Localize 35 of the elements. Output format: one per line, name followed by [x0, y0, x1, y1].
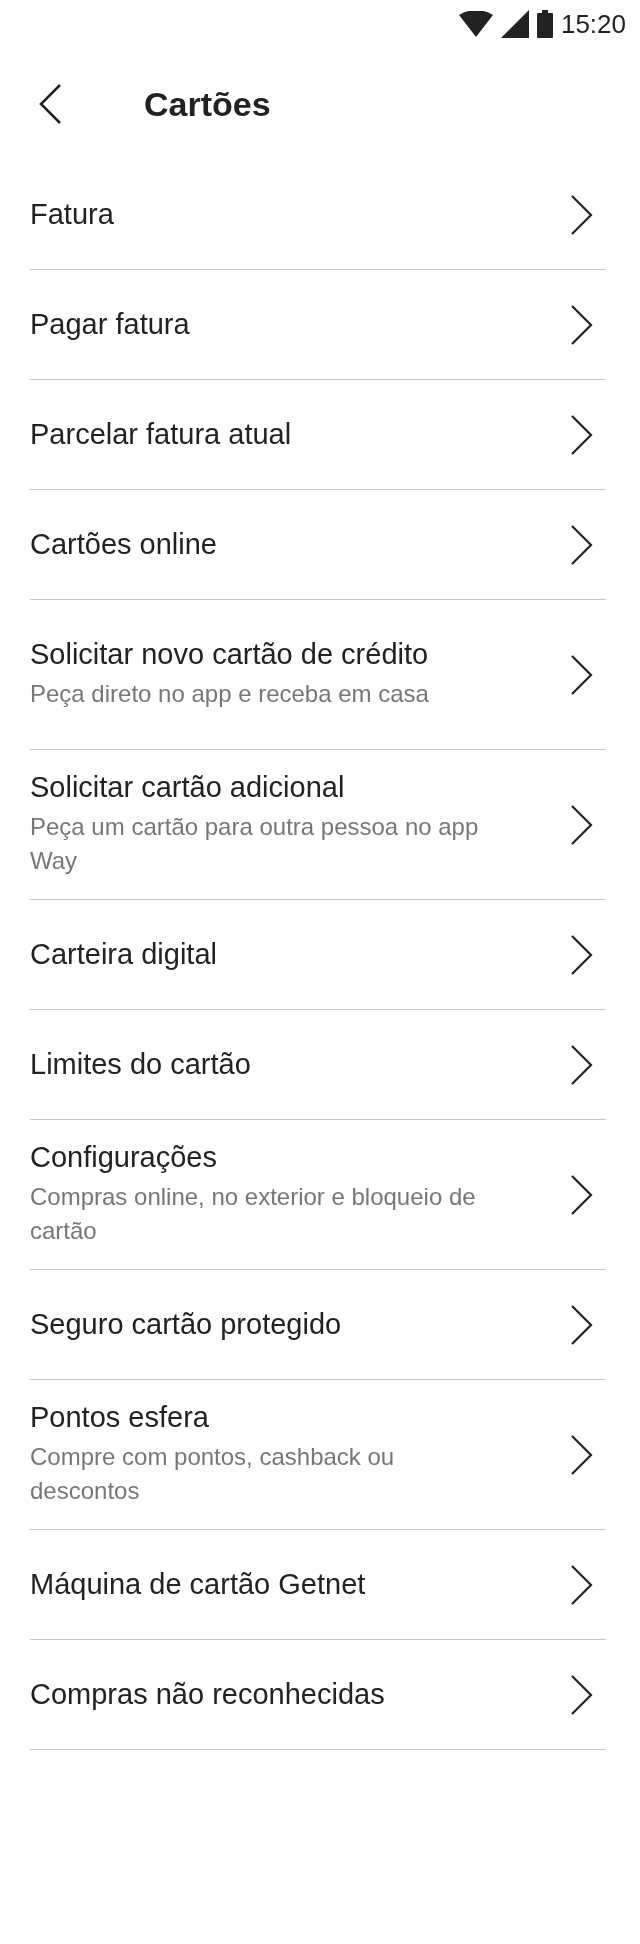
status-time: 15:20	[560, 8, 626, 40]
chevron-right-icon	[570, 193, 594, 236]
menu-item[interactable]: Parcelar fatura atual	[30, 418, 292, 451]
menu-item[interactable]: Solicitar novo cartão de crédito	[30, 638, 429, 672]
item-description: Compras online, no exterior e bloqueio de cartão	[30, 1182, 477, 1246]
chevron-right-icon	[570, 1303, 594, 1346]
battery-icon	[536, 10, 553, 38]
menu-item[interactable]: Pontos esfera	[30, 1401, 500, 1435]
chevron-right-icon	[570, 1563, 594, 1606]
chevron-right-icon	[570, 1433, 594, 1476]
chevron-right-icon	[570, 803, 594, 846]
item-description: Peça direto no app e receba em casa	[30, 679, 429, 710]
menu-item[interactable]: Seguro cartão protegido	[30, 1308, 342, 1341]
menu-item[interactable]: Solicitar cartão adicional	[30, 771, 500, 805]
chevron-right-icon	[570, 413, 594, 456]
chevron-right-icon	[570, 933, 594, 976]
menu-item[interactable]: Carteira digital	[30, 938, 217, 971]
menu-item[interactable]: Fatura	[30, 198, 114, 231]
menu-item[interactable]: Pagar fatura	[30, 308, 190, 341]
menu-item[interactable]: Compras não reconhecidas	[30, 1678, 385, 1711]
menu-item[interactable]: Máquina de cartão Getnet	[30, 1568, 366, 1601]
chevron-right-icon	[570, 523, 594, 566]
menu-item[interactable]: Limites do cartão	[30, 1048, 251, 1081]
item-description: Peça um cartão para outra pessoa no app Way	[30, 812, 480, 876]
page-title: Cartões	[144, 84, 271, 124]
signal-icon	[500, 10, 529, 38]
menu-item[interactable]: Cartões online	[30, 528, 217, 561]
chevron-right-icon	[570, 1673, 594, 1716]
wifi-icon	[458, 11, 493, 37]
chevron-right-icon	[570, 303, 594, 346]
chevron-right-icon	[570, 1043, 594, 1086]
chevron-right-icon	[570, 653, 594, 696]
chevron-right-icon	[570, 1173, 594, 1216]
item-description: Compre com pontos, cashback ou descontos	[30, 1442, 396, 1506]
menu-item[interactable]: Configurações	[30, 1141, 500, 1175]
